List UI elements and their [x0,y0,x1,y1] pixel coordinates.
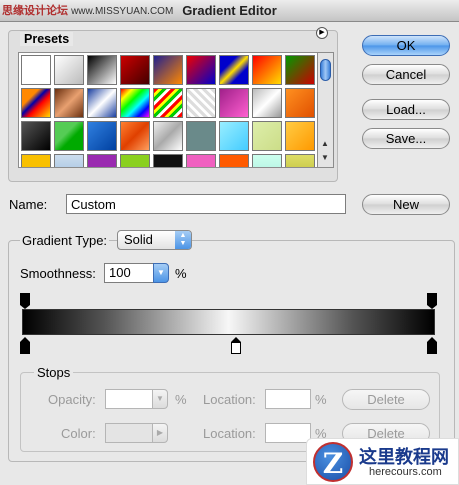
watermark-logo: Z 这里教程网 herecours.com [306,438,459,485]
opacity-input[interactable] [105,389,153,409]
window-title: Gradient Editor [182,3,277,18]
opacity-label: Opacity: [48,392,96,407]
chevron-down-icon: ▼ [157,268,165,277]
preset-swatch[interactable] [54,154,84,167]
preset-swatch[interactable] [120,88,150,118]
scroll-thumb[interactable] [320,59,331,81]
preset-swatch[interactable] [285,88,315,118]
opacity-stop-left[interactable] [20,293,30,305]
preset-swatch[interactable] [219,154,249,167]
title-bar: 思缘设计论坛 www.MISSYUAN.COM Gradient Editor [0,0,459,22]
chevron-down-icon: ▼ [156,394,164,403]
preset-swatch[interactable] [186,154,216,167]
preset-swatch[interactable] [153,55,183,85]
z-logo-icon: Z [313,442,353,482]
gradient-type-label: Gradient Type: [20,233,110,248]
preset-swatch[interactable] [54,55,84,85]
preset-swatch[interactable] [21,55,51,85]
preset-swatch[interactable] [21,121,51,151]
name-label: Name: [9,197,48,212]
cancel-button[interactable]: Cancel [362,64,450,85]
preset-swatch[interactable] [219,55,249,85]
smoothness-label: Smoothness: [20,266,96,281]
presets-menu-button[interactable]: ▶ [316,27,328,39]
preset-swatch[interactable] [285,55,315,85]
name-input[interactable]: Custom [66,194,346,214]
stops-label: Stops [34,365,74,380]
preset-swatch[interactable] [120,154,150,167]
preset-swatch[interactable] [153,121,183,151]
preset-swatch[interactable] [219,88,249,118]
preset-swatch-grid[interactable] [18,52,318,168]
smoothness-dropdown-button[interactable]: ▼ [153,263,169,283]
opacity-location-input[interactable] [265,389,311,409]
preset-swatch[interactable] [54,88,84,118]
preset-swatch[interactable] [87,121,117,151]
preset-swatch[interactable] [285,154,315,167]
triangle-right-icon: ▶ [156,428,164,437]
opacity-location-percent: % [315,392,327,407]
preset-swatch[interactable] [87,88,117,118]
scroll-down-icon[interactable]: ▼ [321,153,329,162]
opacity-dropdown-button[interactable]: ▼ [152,389,168,409]
presets-scrollbar[interactable]: ▲ ▼ [318,52,334,168]
color-location-label: Location: [203,426,256,441]
preset-swatch[interactable] [153,154,183,167]
color-location-input[interactable] [265,423,311,443]
preset-swatch[interactable] [120,55,150,85]
color-stop-left[interactable] [20,342,30,354]
color-stop-right[interactable] [427,342,437,354]
preset-swatch[interactable] [219,121,249,151]
color-stop-middle[interactable] [231,342,241,354]
opacity-location-label: Location: [203,392,256,407]
preset-swatch[interactable] [153,88,183,118]
logo-site-text: herecours.com [369,466,442,478]
preset-swatch[interactable] [285,121,315,151]
preset-swatch[interactable] [54,121,84,151]
new-button[interactable]: New [362,194,450,215]
smoothness-percent: % [175,266,187,281]
preset-swatch[interactable] [21,88,51,118]
gradient-type-value: Solid [124,232,153,247]
gradient-preview-bar[interactable] [22,309,435,335]
smoothness-input[interactable]: 100 [104,263,154,283]
preset-swatch[interactable] [87,55,117,85]
scroll-up-icon[interactable]: ▲ [321,139,329,148]
preset-swatch[interactable] [186,121,216,151]
triangle-right-icon: ▶ [319,29,325,36]
preset-swatch[interactable] [252,88,282,118]
color-dropdown-button[interactable]: ▶ [152,423,168,443]
color-swatch-field[interactable] [105,423,153,443]
updown-arrows-icon: ▲ ▼ [175,231,191,249]
preset-swatch[interactable] [87,154,117,167]
preset-swatch[interactable] [186,55,216,85]
opacity-stop-right[interactable] [427,293,437,305]
presets-label: Presets [20,32,74,46]
preset-swatch[interactable] [186,88,216,118]
opacity-percent: % [175,392,187,407]
ok-button[interactable]: OK [362,35,450,56]
preset-swatch[interactable] [252,121,282,151]
color-label: Color: [61,426,96,441]
preset-swatch[interactable] [120,121,150,151]
preset-swatch[interactable] [252,55,282,85]
load-button[interactable]: Load... [362,99,450,120]
save-button[interactable]: Save... [362,128,450,149]
delete-opacity-stop-button[interactable]: Delete [342,389,430,410]
preset-swatch[interactable] [252,154,282,167]
preset-swatch[interactable] [21,154,51,167]
gradient-type-select[interactable]: Solid ▲ ▼ [117,230,192,250]
